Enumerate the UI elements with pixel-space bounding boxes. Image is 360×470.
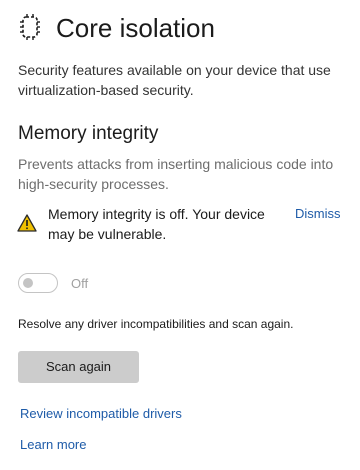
memory-integrity-description: Prevents attacks from inserting maliciou… — [18, 156, 334, 192]
dismiss-link[interactable]: Dismiss — [295, 205, 341, 223]
core-isolation-chip-icon — [18, 13, 42, 41]
toggle-knob — [23, 278, 33, 288]
learn-more-link[interactable]: Learn more — [20, 436, 86, 454]
page-description: Security features available on your devi… — [18, 62, 331, 98]
memory-integrity-toggle[interactable] — [18, 273, 58, 293]
toggle-state-label: Off — [71, 276, 89, 291]
warning-triangle-icon — [17, 214, 37, 232]
page-title: Core isolation — [56, 13, 215, 43]
scan-again-button[interactable]: Scan again — [18, 351, 139, 383]
warning-message: Memory integrity is off. Your device may… — [48, 206, 265, 242]
resolve-instructions: Resolve any driver incompatibilities and… — [18, 317, 294, 331]
review-incompatible-drivers-link[interactable]: Review incompatible drivers — [20, 405, 182, 423]
memory-integrity-title: Memory integrity — [18, 123, 159, 144]
